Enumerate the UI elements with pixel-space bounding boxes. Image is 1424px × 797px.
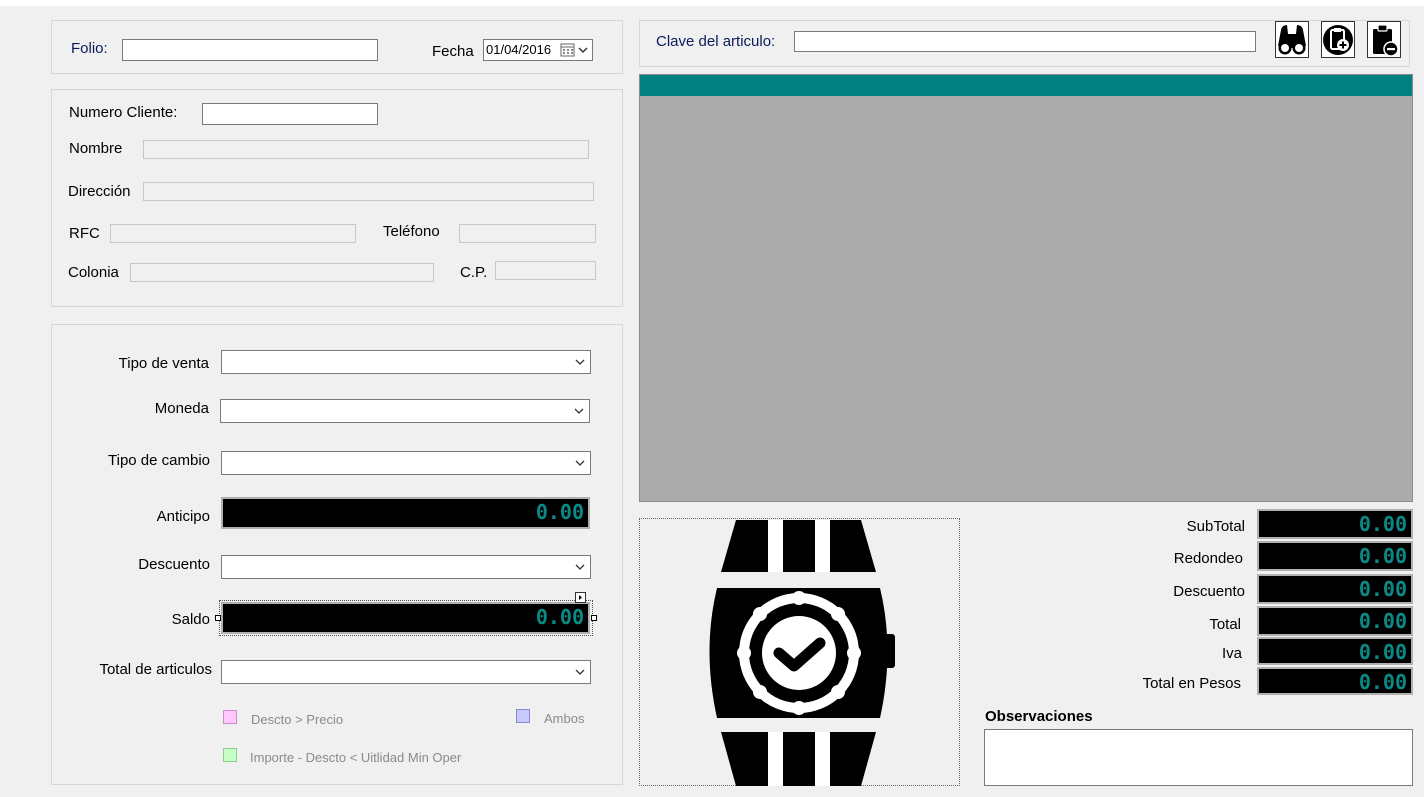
- legend-ambos-label: Ambos: [544, 711, 585, 726]
- tipo-venta-label: Tipo de venta: [118, 355, 209, 372]
- saldo-label: Saldo: [171, 611, 210, 628]
- subtotal-label: SubTotal: [1186, 518, 1245, 535]
- calendar-icon[interactable]: [560, 43, 590, 58]
- fecha-label: Fecha: [432, 43, 474, 60]
- total-pesos-value: 0.00: [1257, 667, 1413, 695]
- nombre-label: Nombre: [69, 140, 123, 157]
- total-value: 0.00: [1257, 606, 1413, 636]
- sales-form: Folio: Fecha 01/04/2016 Numero Cliente: …: [0, 6, 1424, 797]
- descuento-select[interactable]: [221, 555, 591, 579]
- resize-handle-left[interactable]: [215, 615, 221, 621]
- totales-descuento-label: Descuento: [1173, 583, 1245, 600]
- anticipo-label: Anticipo: [156, 508, 210, 525]
- product-image: [639, 518, 960, 786]
- chevron-down-icon: [575, 669, 585, 675]
- folio-input[interactable]: [122, 39, 378, 61]
- chevron-down-icon: [574, 408, 584, 414]
- smart-tag-icon[interactable]: [575, 592, 586, 603]
- articles-grid[interactable]: [639, 74, 1413, 502]
- chevron-down-icon: [575, 460, 585, 466]
- search-button[interactable]: [1275, 21, 1309, 58]
- telefono-field: [459, 224, 596, 243]
- iva-value: 0.00: [1257, 637, 1413, 665]
- totales-descuento-value: 0.00: [1257, 574, 1413, 604]
- add-article-button[interactable]: [1321, 21, 1355, 58]
- binoculars-icon: [1278, 25, 1306, 55]
- chevron-down-icon: [575, 359, 585, 365]
- colonia-field: [130, 263, 434, 282]
- total-articulos-select[interactable]: [221, 660, 591, 684]
- tipo-cambio-label: Tipo de cambio: [108, 452, 210, 469]
- rfc-label: RFC: [69, 225, 100, 242]
- total-articulos-label: Total de articulos: [99, 661, 212, 678]
- remove-clipboard-icon: [1373, 24, 1399, 57]
- clave-articulo-label: Clave del articulo:: [656, 33, 776, 50]
- numero-cliente-label: Numero Cliente:: [69, 104, 178, 121]
- direccion-label: Dirección: [68, 183, 131, 200]
- remove-article-button[interactable]: [1367, 21, 1401, 58]
- subtotal-value: 0.00: [1257, 509, 1413, 539]
- total-label: Total: [1209, 616, 1241, 633]
- tipo-venta-select[interactable]: [221, 350, 591, 374]
- saldo-value[interactable]: 0.00: [221, 602, 590, 634]
- direccion-field: [143, 182, 594, 201]
- legend-ambos-swatch: [516, 709, 530, 723]
- redondeo-value: 0.00: [1257, 541, 1413, 571]
- folio-label: Folio:: [71, 40, 108, 57]
- grid-header: [640, 75, 1412, 96]
- anticipo-value[interactable]: 0.00: [221, 497, 590, 529]
- chevron-down-icon: [575, 564, 585, 570]
- legend-descto-precio-label: Descto > Precio: [251, 712, 344, 727]
- legend-descto-precio-swatch: [223, 710, 237, 724]
- tipo-cambio-select[interactable]: [221, 451, 591, 475]
- cp-field: [495, 261, 596, 280]
- total-pesos-label: Total en Pesos: [1142, 675, 1241, 692]
- moneda-select[interactable]: [220, 399, 590, 423]
- clave-articulo-input[interactable]: [794, 31, 1256, 52]
- resize-handle-right[interactable]: [591, 615, 597, 621]
- rfc-field: [110, 224, 356, 243]
- legend-importe-label: Importe - Descto < Uitlidad Min Oper: [250, 750, 462, 765]
- add-clipboard-icon: [1323, 25, 1353, 55]
- legend-importe-swatch: [223, 748, 237, 762]
- nombre-field: [143, 140, 589, 159]
- iva-label: Iva: [1221, 645, 1242, 662]
- moneda-label: Moneda: [154, 400, 209, 417]
- redondeo-label: Redondeo: [1173, 550, 1243, 567]
- numero-cliente-input[interactable]: [202, 103, 378, 125]
- cp-label: C.P.: [460, 264, 488, 281]
- colonia-label: Colonia: [68, 264, 119, 281]
- observaciones-textarea[interactable]: [984, 729, 1413, 786]
- wristwatch-icon: [709, 520, 895, 786]
- telefono-label: Teléfono: [383, 223, 440, 240]
- descuento-label: Descuento: [138, 556, 210, 573]
- fecha-value: 01/04/2016: [486, 42, 552, 57]
- fecha-datepicker[interactable]: 01/04/2016: [483, 39, 593, 61]
- observaciones-label: Observaciones: [985, 708, 1093, 725]
